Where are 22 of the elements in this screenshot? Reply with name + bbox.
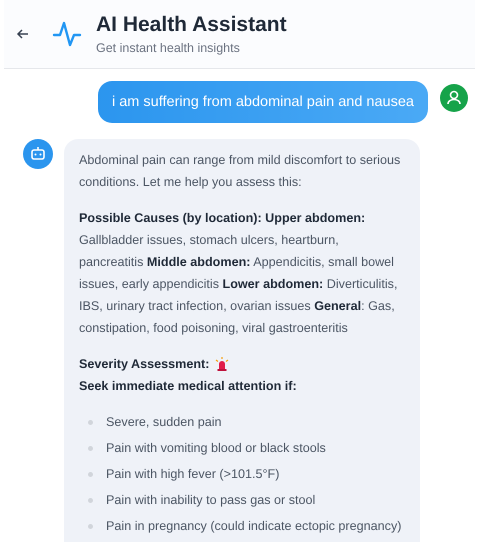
bullet-icon — [88, 472, 93, 476]
bullet-icon — [88, 524, 93, 528]
bullet-icon — [88, 498, 93, 502]
list-item: Pain with inability to pass gas or stool — [106, 492, 316, 509]
user-message: i am suffering from abdominal pain and nausea — [98, 81, 428, 123]
user-avatar-icon — [440, 84, 468, 112]
causes-text: Possible Causes (by location): Upper abdomen: Gallbladder issues, stomach ulcers, heartburn, pancreatitis Middle abdomen: Appendicitis, small bowel issues, early appendicitis Lower abdomen: Diverticulitis, IBS, urinary tract infection, ovarian issues General: Gas, constipation, food poisoning, viral gastroenteritis — [79, 210, 398, 337]
back-arrow-icon[interactable] — [16, 27, 30, 41]
siren-icon — [215, 357, 230, 371]
list-item: Pain with high fever (>101.5°F) — [106, 466, 280, 483]
list-item: Pain with vomiting blood or black stools — [106, 440, 326, 457]
bot-avatar-icon — [23, 139, 53, 169]
heartbeat-icon — [52, 19, 82, 49]
app-title: AI Health Assistant — [96, 13, 287, 37]
severity-warning: Seek immediate medical attention if: — [79, 378, 297, 395]
bullet-icon — [88, 420, 93, 424]
severity-label: Severity Assessment: — [79, 356, 210, 373]
app-subtitle: Get instant health insights — [96, 41, 241, 55]
bullet-icon — [88, 446, 93, 450]
intro-text: Abdominal pain can range from mild discomfort to serious conditions. Let me help you assess this: — [79, 152, 402, 191]
list-item: Pain in pregnancy (could indicate ectopic pregnancy) — [106, 518, 402, 535]
list-item: Severe, sudden pain — [106, 414, 222, 431]
